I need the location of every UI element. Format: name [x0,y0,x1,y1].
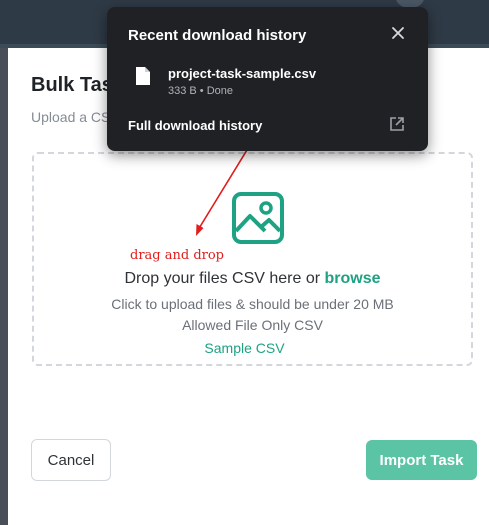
full-download-history-link[interactable]: Full download history [128,118,262,133]
downloaded-file-meta: 333 B • Done [168,85,234,97]
import-task-button[interactable]: Import Task [366,440,477,480]
upload-size-hint: Click to upload files & should be under … [111,296,394,312]
file-type-hint: Allowed File Only CSV [182,317,323,333]
browse-link[interactable]: browse [325,270,381,287]
drop-instruction: Drop your files CSV here or browse [34,270,471,288]
open-external-icon[interactable] [389,116,405,132]
csv-dropzone[interactable]: Drop your files CSV here or browse Click… [32,152,473,366]
annotation-label: drag and drop [130,248,225,263]
image-icon [232,192,284,244]
file-icon [136,67,150,85]
popup-title: Recent download history [128,27,307,44]
page-backdrop [0,48,8,525]
download-history-popup: Recent download history project-task-sam… [107,7,428,151]
close-icon[interactable] [388,23,408,43]
downloaded-file-name[interactable]: project-task-sample.csv [168,66,316,81]
drop-text: Drop your files CSV here or [124,270,321,287]
cancel-button[interactable]: Cancel [31,439,111,481]
sample-csv-link[interactable]: Sample CSV [0,340,489,356]
